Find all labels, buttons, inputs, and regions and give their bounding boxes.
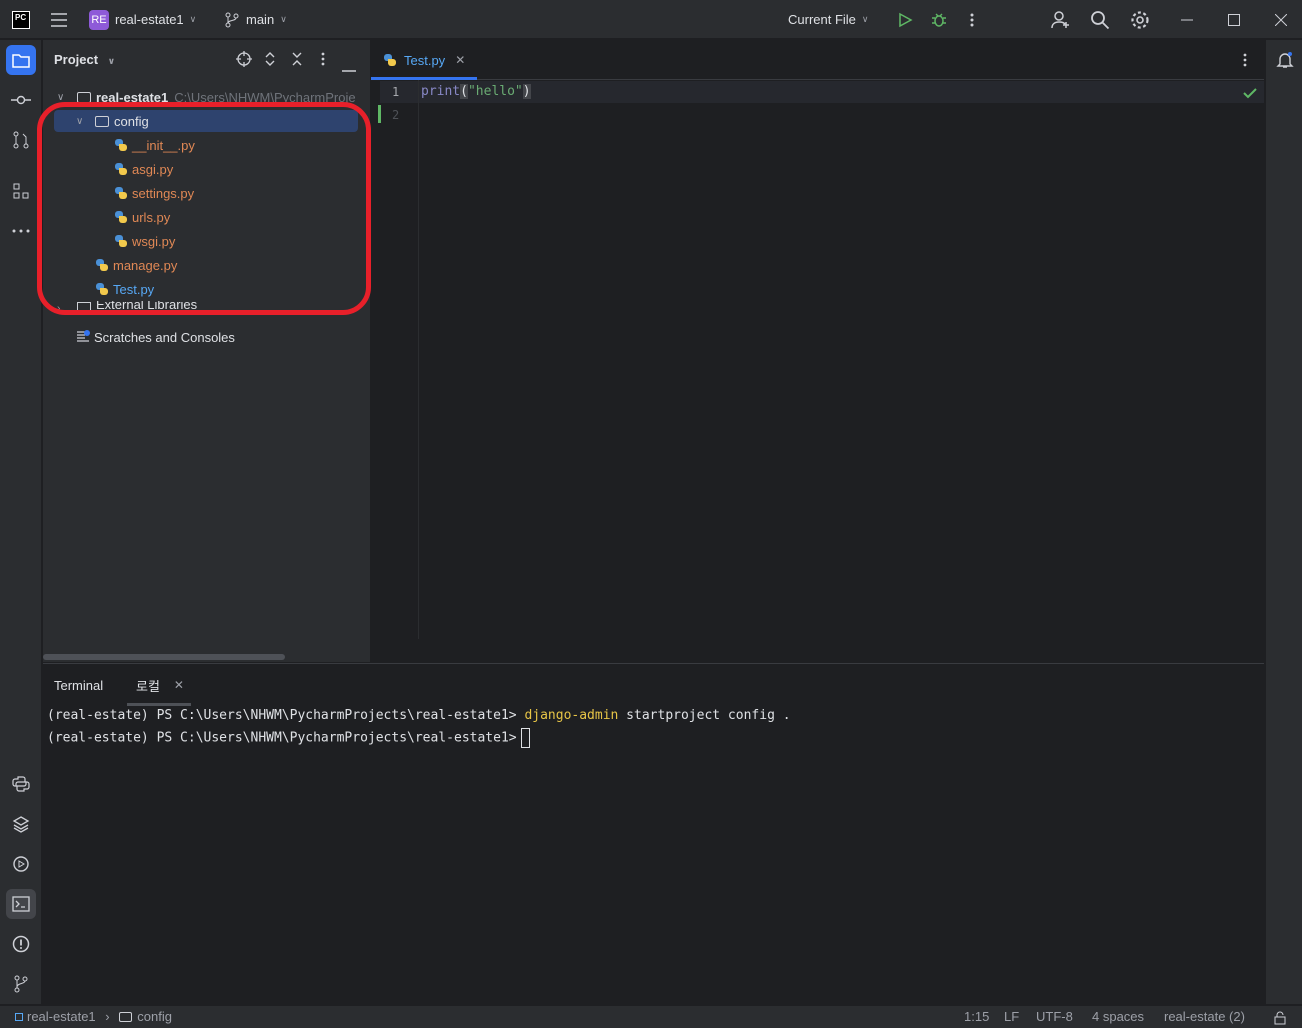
code-line-1[interactable]: print("hello") [421, 84, 531, 99]
caret-position[interactable]: 1:15 [964, 1009, 989, 1024]
folder-icon[interactable] [6, 45, 36, 75]
run-config-label: Current File [788, 12, 856, 27]
breadcrumb[interactable]: real-estate1 › config [15, 1009, 172, 1024]
chevron-down-icon: ∨ [189, 14, 197, 24]
services-icon[interactable] [6, 849, 36, 879]
terminal-title: Terminal [54, 677, 104, 693]
branch-switcher[interactable]: main ∨ [225, 0, 287, 39]
editor-tab-bar: Test.py ✕ [371, 40, 1264, 80]
chevron-down-icon: ∨ [861, 14, 869, 24]
expand-all-icon[interactable] [264, 51, 276, 70]
editor-more-icon[interactable] [1242, 52, 1248, 71]
locate-icon[interactable] [236, 51, 252, 70]
project-switcher[interactable]: RE real-estate1 ∨ [89, 0, 196, 39]
commit-icon[interactable] [6, 85, 36, 115]
lock-icon[interactable] [1273, 1011, 1287, 1028]
terminal-icon[interactable] [6, 889, 36, 919]
python-console-icon[interactable] [6, 769, 36, 799]
chevron-down-icon: ∨ [57, 91, 65, 103]
more-tools-icon[interactable] [6, 216, 36, 246]
pull-request-icon[interactable] [6, 125, 36, 155]
run-config-selector[interactable]: Current File ∨ [788, 0, 869, 39]
chevron-right-icon: › [105, 1009, 110, 1024]
hamburger-icon[interactable] [50, 0, 68, 39]
module-icon [15, 1013, 23, 1021]
problems-icon[interactable] [6, 929, 36, 959]
left-tool-strip [0, 40, 42, 1004]
branch-name: main [246, 12, 275, 27]
line-number: 1 [392, 85, 400, 99]
line-number: 2 [392, 108, 400, 122]
editor-area[interactable] [371, 40, 1264, 639]
active-tab-indicator [127, 703, 191, 706]
close-icon[interactable] [1275, 0, 1287, 39]
gutter-separator [418, 80, 419, 639]
file-encoding[interactable]: UTF-8 [1036, 1009, 1073, 1024]
more-icon[interactable] [968, 0, 976, 39]
terminal-session-tab[interactable]: 로컬 ✕ [136, 664, 184, 706]
close-tab-icon[interactable]: ✕ [455, 53, 465, 67]
scratches-icon [76, 329, 90, 346]
collapse-all-icon[interactable] [291, 51, 303, 70]
indent-setting[interactable]: 4 spaces [1092, 1009, 1144, 1024]
add-user-icon[interactable] [1051, 0, 1071, 39]
chevron-down-icon: ∨ [280, 14, 287, 24]
tab-test-py[interactable]: Test.py ✕ [371, 40, 477, 80]
app-logo[interactable]: PC [12, 0, 30, 39]
terminal-line-1: (real-estate) PS C:\Users\NHWM\PycharmPr… [47, 708, 791, 723]
git-icon[interactable] [6, 969, 36, 999]
debug-icon[interactable] [930, 0, 948, 39]
terminal-panel: Terminal 로컬 ✕ (real-estate) PS C:\Users\… [43, 663, 1264, 1004]
search-icon[interactable] [1090, 0, 1110, 39]
project-panel-title[interactable]: Project ∨ [54, 52, 115, 67]
python-file-icon [383, 53, 397, 67]
status-bar: real-estate1 › config 1:15 LF UTF-8 4 sp… [0, 1005, 1302, 1028]
branch-icon [225, 12, 239, 27]
folder-icon [77, 91, 91, 103]
vcs-change-marker [378, 105, 381, 123]
hide-panel-icon[interactable] [342, 59, 356, 75]
minimize-icon[interactable] [1181, 0, 1193, 39]
annotation-highlight [37, 102, 371, 315]
notifications-icon[interactable] [1270, 45, 1300, 75]
gear-icon[interactable] [1130, 0, 1150, 39]
active-tab-indicator [371, 77, 477, 80]
chevron-down-icon: ∨ [107, 56, 116, 66]
interpreter[interactable]: real-estate (2) [1164, 1009, 1245, 1024]
right-tool-strip [1265, 40, 1302, 1004]
close-tab-icon[interactable]: ✕ [174, 678, 184, 692]
project-badge: RE [89, 9, 109, 30]
options-icon[interactable] [320, 51, 326, 70]
run-icon[interactable] [897, 0, 913, 39]
tree-scratches[interactable]: Scratches and Consoles [76, 325, 235, 349]
structure-icon[interactable] [6, 176, 36, 206]
terminal-cursor [520, 728, 530, 748]
layers-icon[interactable] [6, 809, 36, 839]
checkmark-icon[interactable] [1243, 87, 1257, 102]
project-name: real-estate1 [115, 12, 184, 27]
title-bar: PC RE real-estate1 ∨ main ∨ Current File… [0, 0, 1302, 39]
line-separator[interactable]: LF [1004, 1009, 1019, 1024]
terminal-line-2[interactable]: (real-estate) PS C:\Users\NHWM\PycharmPr… [47, 728, 530, 748]
folder-icon [119, 1012, 133, 1022]
maximize-icon[interactable] [1228, 0, 1240, 39]
horizontal-scrollbar[interactable] [43, 654, 285, 660]
